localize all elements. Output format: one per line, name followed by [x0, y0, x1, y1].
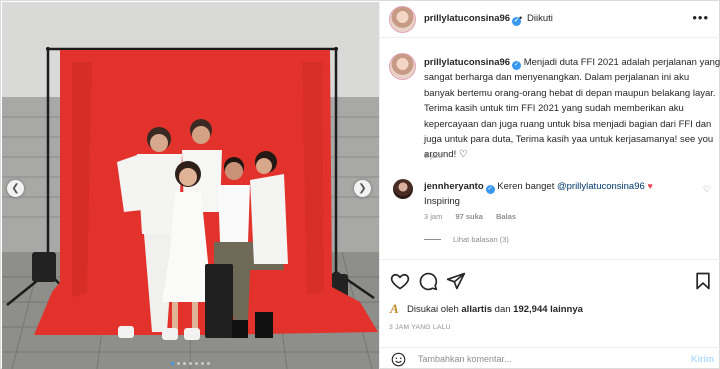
carousel-indicator [2, 362, 379, 365]
add-comment-bar: Kirim [380, 347, 720, 369]
view-replies-button[interactable]: Lihat balasan (3) [424, 235, 509, 244]
likes-summary: A Disukai oleh allartis dan 192,944 lain… [389, 302, 709, 318]
comment-text-start: Keren banget [497, 181, 555, 192]
instagram-post-frame: ❮ ❯ prillylatuconsina96 ✓ • Diikuti ••• p… [0, 0, 720, 369]
likes-count-button[interactable]: 192,944 lainnya [513, 304, 583, 315]
post-photo[interactable]: ❮ ❯ [2, 2, 379, 369]
post-actions: A Disukai oleh allartis dan 192,944 lain… [380, 259, 720, 349]
caption-text: prillylatuconsina96 ✓ Menjadi duta FFI 20… [424, 55, 720, 163]
author-username-text[interactable]: prillylatuconsina96 [424, 13, 510, 24]
caption-timestamp[interactable]: 3 jam [424, 151, 442, 160]
photo-illustration [2, 2, 379, 369]
post-details-panel: prillylatuconsina96 ✓ • Diikuti ••• prill… [379, 2, 720, 369]
likes-conjunction: dan [494, 304, 511, 315]
author-username[interactable]: prillylatuconsina96 ✓ [424, 13, 522, 26]
commenter-username[interactable]: jennheryanto [424, 181, 484, 192]
replies-divider [424, 239, 441, 240]
carousel-dot [195, 362, 198, 365]
more-options-icon[interactable]: ••• [692, 10, 709, 25]
comment-likes-count[interactable]: 97 suka [455, 212, 483, 221]
carousel-dot [171, 362, 174, 365]
chevron-left-icon: ❮ [11, 182, 20, 194]
verified-badge-icon: ✓ [512, 61, 522, 70]
caption-author-avatar[interactable] [389, 53, 416, 80]
carousel-prev-button[interactable]: ❮ [7, 180, 24, 197]
comment-text-line2: Inspiring [424, 196, 460, 207]
author-avatar[interactable] [389, 6, 416, 33]
comment-bubble-icon[interactable] [418, 271, 438, 291]
likes-prefix: Disukai oleh [407, 304, 459, 315]
likes-text: Disukai oleh allartis dan 192,944 lainny… [407, 304, 583, 315]
comment-text: jennheryanto ✓ Keren banget @prillylatuco… [424, 179, 704, 209]
carousel-dot [201, 362, 204, 365]
comment-meta: 3 jam 97 suka Balas [424, 212, 527, 221]
white-heart-emoji-icon: ♡ [458, 149, 468, 161]
carousel-dot [207, 362, 210, 365]
save-bookmark-icon[interactable] [693, 271, 713, 291]
header-separator: • [519, 13, 523, 23]
post-header: prillylatuconsina96 ✓ • Diikuti ••• [380, 2, 720, 38]
carousel-dot [183, 362, 186, 365]
liker-avatar[interactable]: A [390, 302, 404, 316]
following-button[interactable]: Diikuti [527, 13, 553, 24]
comment-item: jennheryanto ✓ Keren banget @prillylatuco… [389, 177, 711, 237]
red-heart-emoji-icon: ♥ [647, 181, 653, 191]
chevron-right-icon: ❯ [358, 182, 367, 194]
carousel-dot [189, 362, 192, 365]
post-comment-button[interactable]: Kirim [691, 354, 714, 364]
view-replies-label: Lihat balasan (3) [453, 235, 509, 244]
first-liker-username[interactable]: allartis [461, 304, 492, 315]
verified-badge-icon: ✓ [485, 185, 495, 194]
commenter-avatar[interactable] [393, 179, 413, 199]
reply-button[interactable]: Balas [496, 212, 516, 221]
comment-input[interactable] [418, 351, 678, 367]
like-heart-icon[interactable] [390, 271, 410, 291]
caption-username[interactable]: prillylatuconsina96 [424, 57, 510, 68]
share-paper-plane-icon[interactable] [446, 271, 466, 291]
comment-like-heart-icon[interactable]: ♡ [703, 184, 711, 195]
carousel-dot [177, 362, 180, 365]
emoji-smiley-icon[interactable] [391, 352, 406, 367]
comment-timestamp[interactable]: 3 jam [424, 212, 442, 221]
post-timestamp[interactable]: 3 JAM YANG LALU [389, 324, 451, 331]
caption-body: Menjadi duta FFI 2021 adalah perjalanan … [424, 57, 720, 161]
comment-mention-link[interactable]: @prillylatuconsina96 [557, 181, 645, 192]
carousel-next-button[interactable]: ❯ [354, 180, 371, 197]
